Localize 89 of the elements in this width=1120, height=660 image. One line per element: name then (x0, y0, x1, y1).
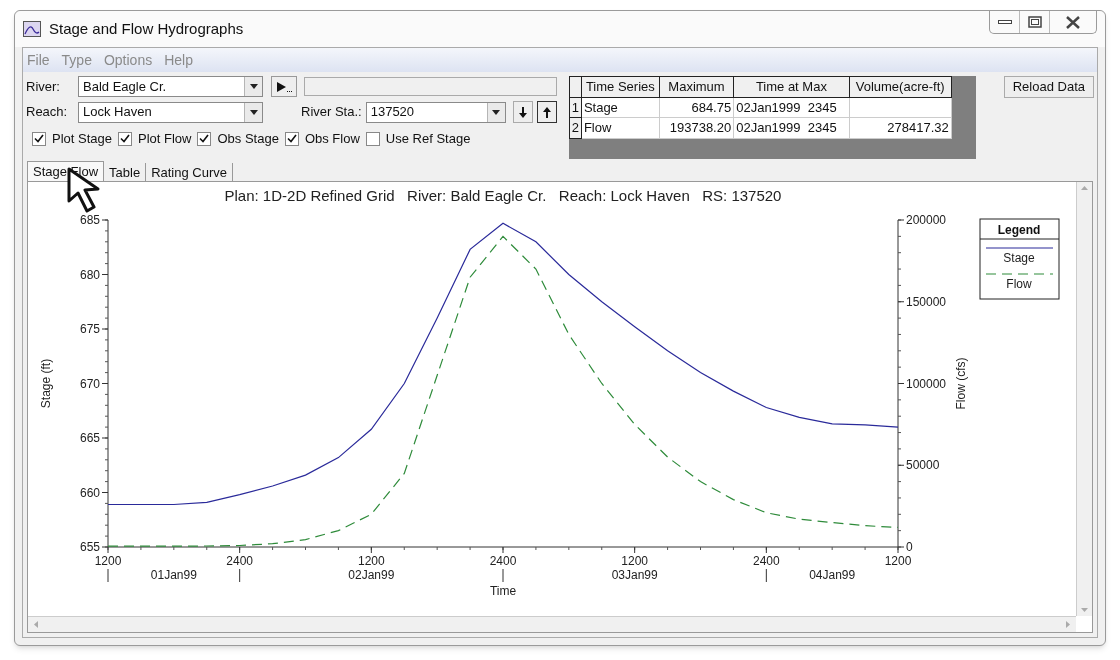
reach-dropdown[interactable]: Lock Haven (78, 101, 263, 123)
axis-tick-label: 680 (79, 267, 100, 282)
column-header: Volume(acre-ft) (849, 76, 952, 97)
text-field[interactable] (304, 77, 557, 96)
table-cell: Flow (581, 117, 660, 138)
day-boundary-mark (107, 568, 109, 583)
day-boundary-mark (239, 568, 241, 583)
scroll-right-arrow-icon (1066, 621, 1070, 628)
column-header: Time Series (581, 76, 660, 97)
column-header: Maximum (659, 76, 734, 97)
legend-label: Flow (1006, 277, 1032, 291)
up-arrow-button[interactable] (536, 101, 557, 123)
axis-tick-label: 1200 (94, 554, 122, 568)
axis-title: Stage (ft) (39, 358, 53, 409)
dropdown-arrow-icon (492, 109, 501, 115)
axis-title: Time (489, 584, 517, 598)
river-station-dropdown[interactable]: 137520 (365, 101, 506, 123)
table-corner-cell (569, 76, 582, 97)
axis-tick-label: 685 (79, 213, 100, 227)
axis-tick-label: 655 (79, 540, 100, 554)
axis-tick-label: 2400 (753, 554, 780, 568)
legend-label: Stage (1003, 251, 1035, 265)
horizontal-scrollbar[interactable] (28, 616, 1076, 632)
axis-tick-label: 2400 (489, 554, 517, 568)
checkbox[interactable] (197, 131, 212, 146)
axis-tick-label: 0 (906, 540, 913, 554)
dropdown-arrow-icon (249, 109, 258, 115)
date-label: 04Jan99 (809, 568, 856, 582)
scroll-left-arrow-icon (34, 621, 38, 628)
table-cell: 684.75 (659, 97, 734, 118)
field-label: River Sta.: (301, 103, 362, 122)
axis-tick-label: 1200 (358, 554, 385, 568)
down-arrow-icon (518, 106, 527, 118)
field-label: Reach: (26, 103, 69, 122)
axis-tick-label: 150000 (906, 294, 947, 309)
row-number: 2 (569, 117, 582, 138)
axis-title: Flow (cfs) (954, 357, 968, 410)
maximize-icon (1027, 16, 1042, 28)
axis-tick-label: 1200 (621, 554, 648, 568)
column-header: Time at Max (733, 76, 850, 97)
checkbox[interactable] (118, 131, 132, 146)
table-cell: Stage (581, 97, 660, 118)
chart-title: Plan: 1D-2D Refined Grid River: Bald Eagle Cr. Reach: Lock Haven RS: 137520 (224, 187, 782, 204)
checkbox[interactable] (284, 131, 299, 146)
checkbox-label: Obs Stage (217, 130, 279, 148)
checkbox-label: Use Ref Stage (385, 130, 471, 148)
play-button[interactable] (271, 76, 297, 97)
table-cell: 02Jan1999 2345 (733, 117, 850, 138)
field-label: River: (26, 77, 61, 96)
legend-title: Legend (997, 223, 1041, 237)
dropdown-arrow-icon (249, 84, 258, 89)
scroll-up-arrow-icon (1081, 186, 1088, 190)
checkbox-label: Plot Flow (138, 130, 192, 148)
axis-tick-label: 2400 (226, 554, 253, 568)
date-label: 01Jan99 (150, 568, 197, 582)
checkmark-icon (286, 134, 297, 144)
table-cell: 193738.20 (659, 117, 734, 138)
day-boundary-mark (765, 568, 767, 583)
hydrograph-app-icon (23, 21, 41, 37)
checkmark-icon (34, 134, 44, 144)
axis-tick-label: 665 (79, 431, 100, 445)
day-boundary-mark (502, 568, 504, 583)
table-cell: 278417.32 (849, 117, 952, 138)
date-label: 02Jan99 (348, 568, 395, 582)
axis-tick-label: 675 (79, 322, 100, 336)
axis-tick-label: 100000 (906, 376, 947, 391)
down-arrow-button[interactable] (512, 101, 533, 123)
checkbox-label: Obs Flow (304, 130, 360, 148)
close-icon (1065, 15, 1081, 29)
up-arrow-icon (542, 106, 551, 118)
window-title: Stage and Flow Hydrographs (49, 18, 244, 39)
checkmark-icon (120, 134, 130, 144)
river-dropdown[interactable]: Bald Eagle Cr. (78, 76, 263, 97)
date-label: 03Jan99 (611, 568, 658, 582)
axis-tick-label: 1200 (884, 554, 912, 568)
minimize-icon (997, 20, 1012, 24)
checkbox[interactable] (32, 131, 46, 146)
checkmark-icon (199, 134, 210, 144)
axis-tick-label: 670 (79, 376, 100, 391)
checkbox[interactable] (365, 131, 380, 146)
table-cell: 02Jan1999 2345 (733, 97, 850, 118)
scroll-down-arrow-icon (1081, 608, 1088, 612)
axis-tick-label: 200000 (906, 213, 947, 227)
checkbox-label: Plot Stage (52, 130, 112, 148)
row-number: 1 (569, 97, 582, 118)
reload-data-button[interactable]: Reload Data (1003, 76, 1094, 98)
vertical-scrollbar[interactable] (1076, 182, 1092, 616)
axis-tick-label: 50000 (906, 458, 940, 473)
axis-tick-label: 660 (79, 485, 100, 500)
